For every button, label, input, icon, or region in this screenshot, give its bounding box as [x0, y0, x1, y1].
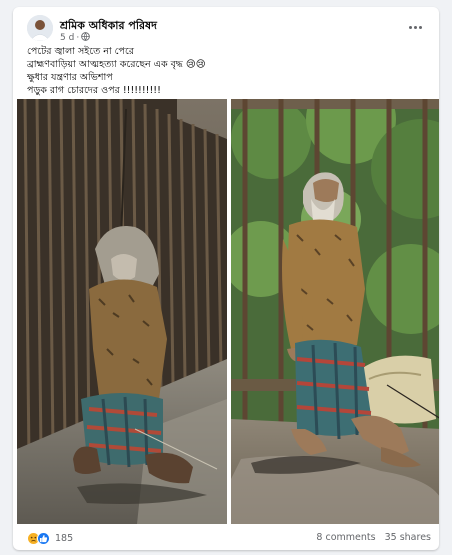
reaction-summary[interactable]: 185	[27, 532, 73, 545]
more-options-icon[interactable]	[405, 19, 425, 35]
like-reaction-icon	[37, 532, 50, 545]
avatar-icon[interactable]	[27, 15, 53, 41]
shares-count-link[interactable]: 35 shares	[385, 532, 431, 543]
post-header: শ্রমিক অধিকার পরিষদ 5 d ·	[27, 15, 429, 43]
meta-separator: ·	[76, 33, 80, 43]
post-text-line: পেটের জ্বালা সইতে না পেরে	[27, 46, 135, 57]
reaction-count: 185	[55, 533, 74, 544]
post-text-line: ক্ষুধার যন্ত্রণার অভিশাপ	[27, 72, 113, 83]
post-text-line: ব্রাহ্মণবাড়িয়া আত্মহত্যা করেছেন এক বৃদ…	[27, 59, 206, 70]
post-photo-grid	[17, 99, 439, 524]
post-text: পেটের জ্বালা সইতে না পেরে ব্রাহ্মণবাড়িয…	[27, 45, 429, 97]
post-photo[interactable]	[231, 99, 439, 524]
globe-icon[interactable]	[81, 32, 91, 45]
post-text-line: পড়ুক রাগ চোরদের ওপর !!!!!!!!!!	[27, 85, 161, 96]
post-footer: 185 8 comments 35 shares	[27, 532, 431, 546]
post-timestamp[interactable]: 5 d	[60, 33, 74, 43]
comments-count-link[interactable]: 8 comments	[316, 532, 375, 543]
post-card: শ্রমিক অধিকার পরিষদ 5 d · পেটের জ্বালা সই…	[13, 7, 439, 550]
post-meta: 5 d ·	[60, 32, 91, 45]
engagement-counts: 8 comments 35 shares	[316, 532, 431, 543]
post-photo[interactable]	[17, 99, 227, 524]
